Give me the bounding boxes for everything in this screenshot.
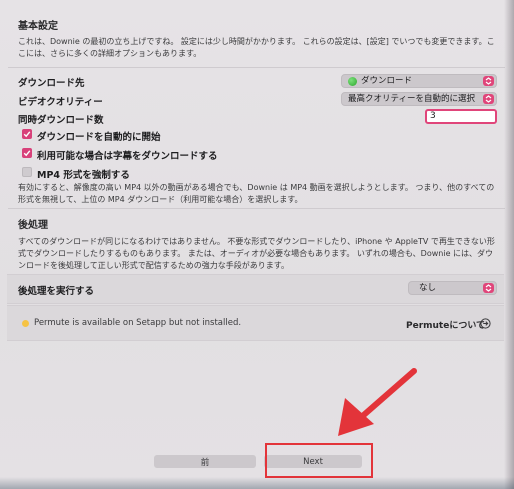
window-edge-shadow bbox=[504, 0, 514, 489]
setup-window: 基本設定 これは、Downie の最初の立ち上げですね。 設定には少し時間がかか… bbox=[0, 0, 514, 489]
annotation-arrow-icon bbox=[338, 368, 417, 436]
desktop-edge bbox=[0, 477, 514, 489]
